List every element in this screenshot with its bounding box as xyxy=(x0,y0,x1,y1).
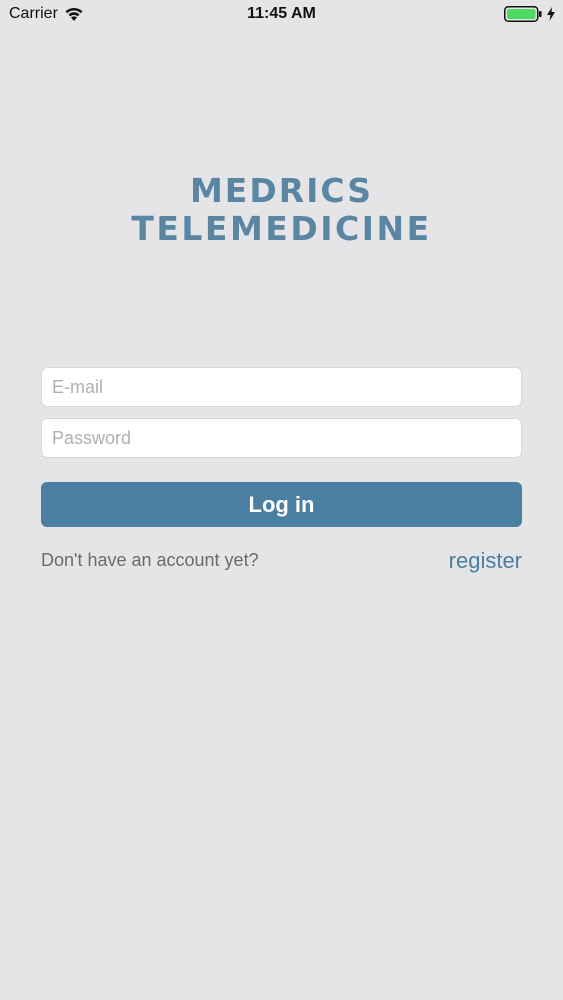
charging-bolt-icon xyxy=(547,7,555,21)
logo-line-medrics: MEDRICS xyxy=(189,171,374,210)
login-button[interactable]: Log in xyxy=(41,482,522,527)
status-bar: Carrier 11:45 AM xyxy=(0,0,563,30)
email-input[interactable] xyxy=(41,367,522,407)
no-account-text: Don't have an account yet? xyxy=(41,550,259,570)
register-link[interactable]: register xyxy=(449,548,522,574)
status-time: 11:45 AM xyxy=(247,5,316,22)
app-logo: MEDRICS TELEMEDICINE xyxy=(0,172,563,248)
battery-group xyxy=(504,6,555,22)
logo-line-telemedicine: TELEMEDICINE xyxy=(131,209,432,248)
password-input[interactable] xyxy=(41,418,522,458)
battery-icon xyxy=(504,6,542,22)
